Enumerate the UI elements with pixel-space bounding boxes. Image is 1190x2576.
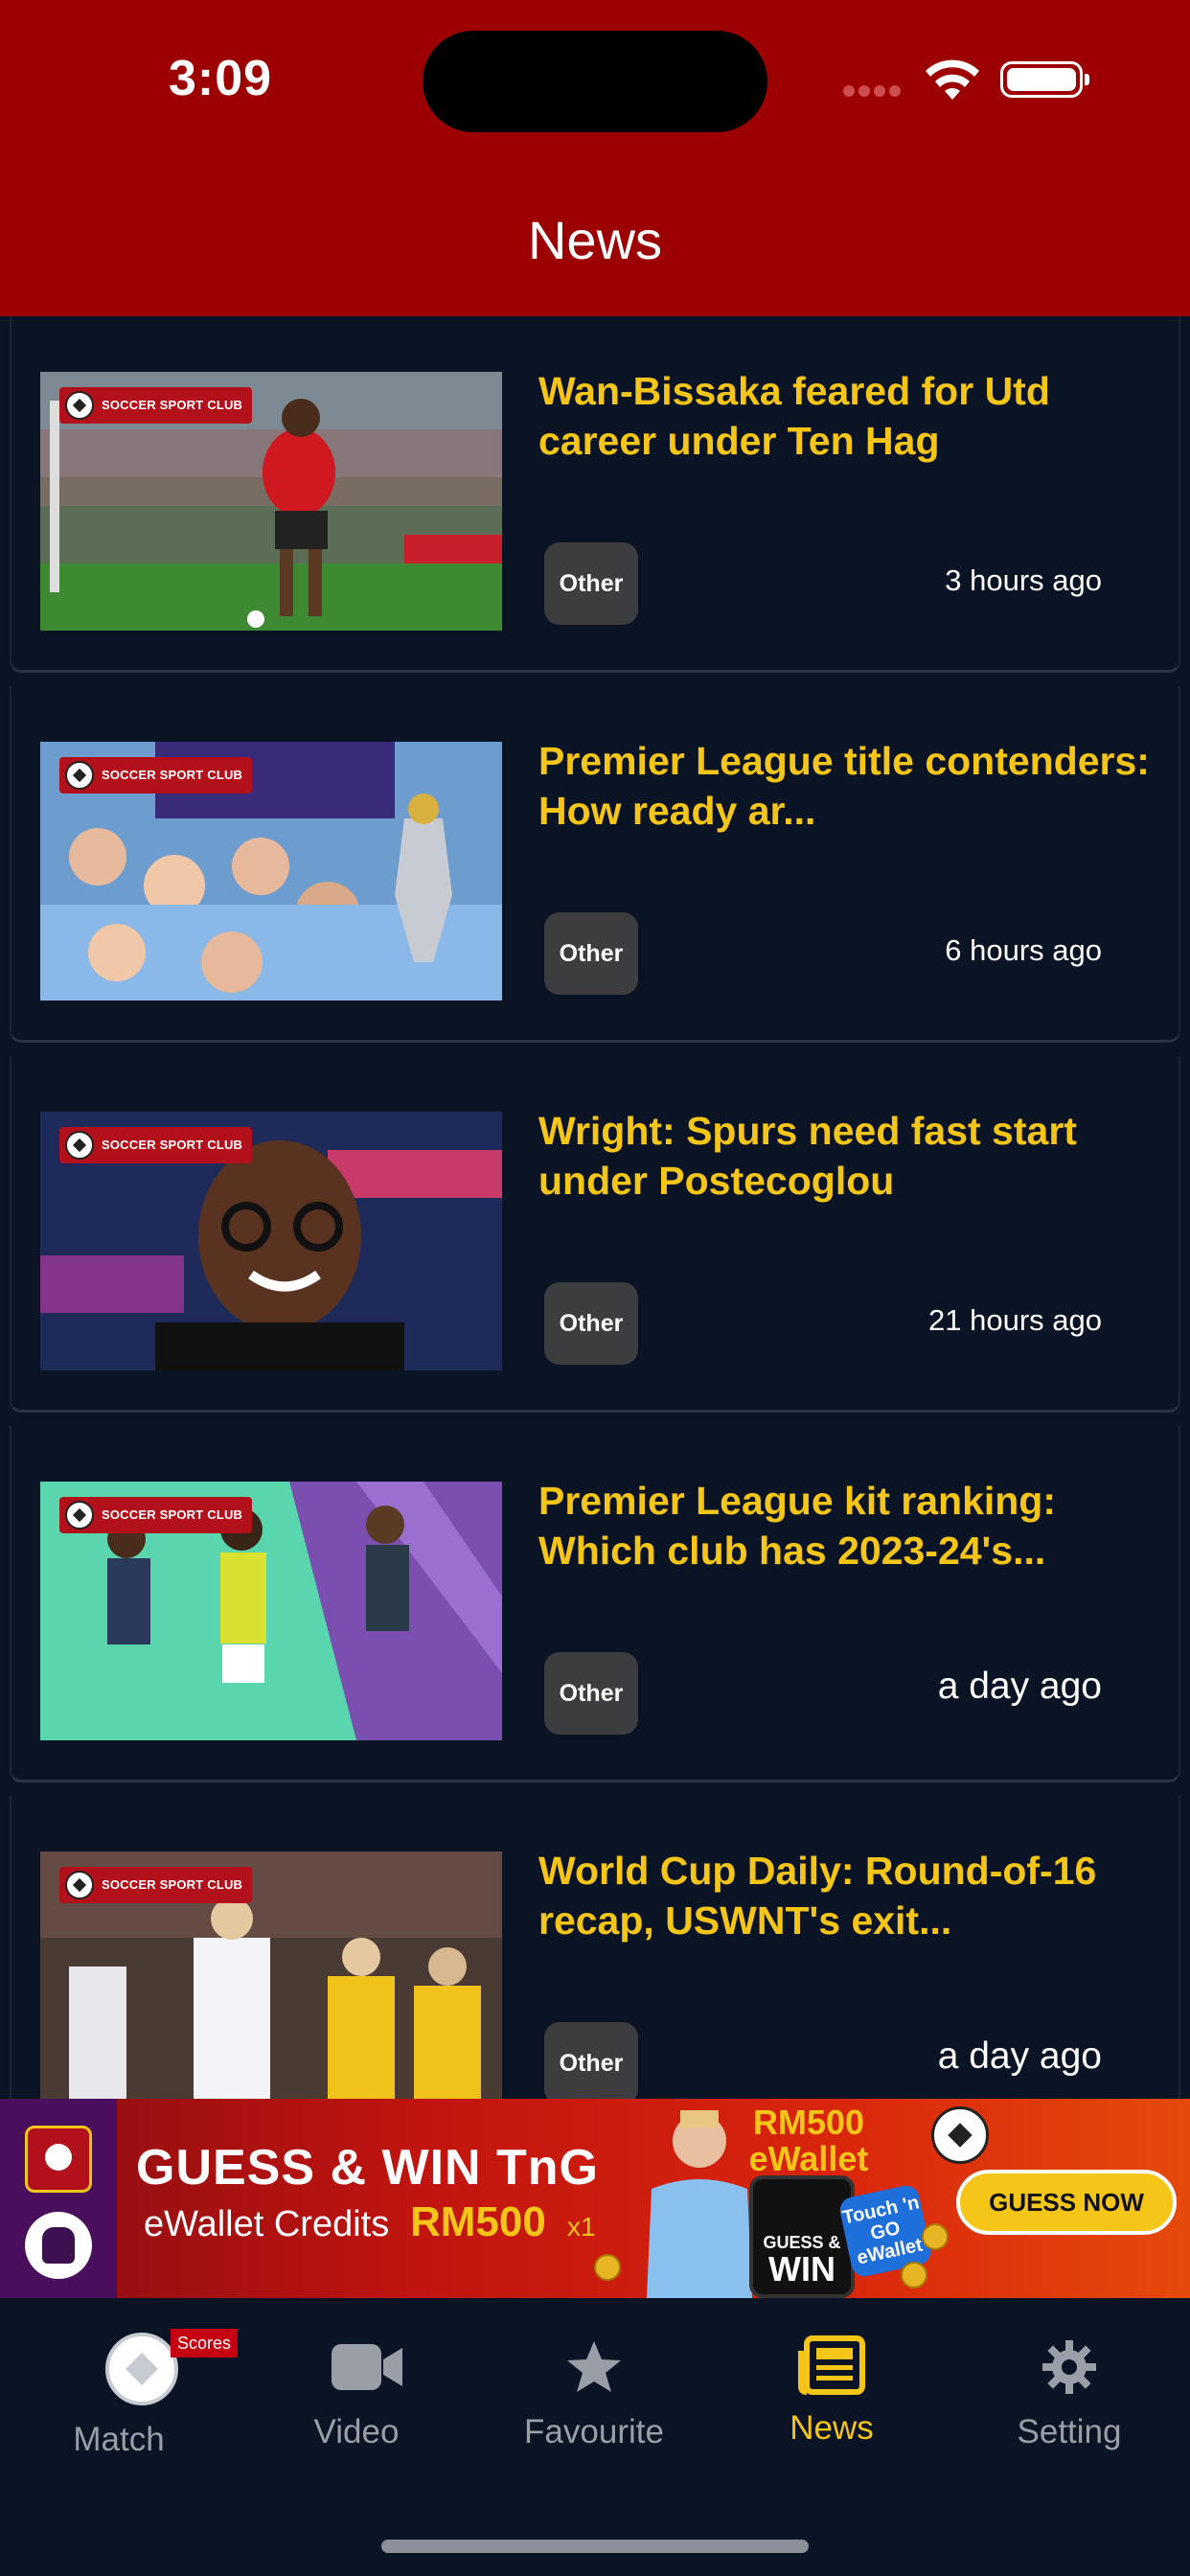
soccer-ball-icon: [65, 1131, 94, 1160]
video-camera-icon: [332, 2344, 402, 2390]
brand-watermark: SOCCER SPORT CLUB: [59, 1127, 253, 1163]
promo-banner[interactable]: GUESS & WIN TnG eWallet Credits RM500 x1…: [0, 2099, 1190, 2298]
scores-badge: Scores: [171, 2329, 238, 2358]
banner-prize: RM500 eWallet: [748, 2103, 869, 2178]
news-time: 3 hours ago: [945, 564, 1102, 597]
tab-label: Video: [313, 2413, 400, 2450]
category-tag[interactable]: Other: [544, 1652, 638, 1735]
banner-subtitle: eWallet Credits: [144, 2204, 390, 2244]
star-icon: [567, 2341, 621, 2392]
news-time: 21 hours ago: [928, 1303, 1102, 1337]
soccer-ball-icon: [105, 2333, 178, 2405]
premier-league-logo: [25, 2212, 92, 2279]
soccer-ball-icon: [65, 391, 94, 420]
coin-icon: [901, 2262, 927, 2288]
news-time: a day ago: [937, 2036, 1102, 2077]
brand-watermark: SOCCER SPORT CLUB: [59, 1867, 253, 1903]
tab-news[interactable]: News: [736, 2335, 927, 2472]
page-title: News: [527, 210, 663, 270]
news-thumbnail: SOCCER SPORT CLUB: [40, 1482, 502, 1740]
banner-multiplier: x1: [567, 2212, 596, 2242]
news-headline[interactable]: Premier League title contenders: How rea…: [538, 736, 1152, 836]
category-tag[interactable]: Other: [544, 912, 638, 995]
newspaper-icon: [798, 2335, 865, 2395]
news-card[interactable]: SOCCER SPORT CLUB Premier League title c…: [10, 686, 1180, 1043]
banner-phone-text: GUESS & WIN: [763, 2233, 841, 2288]
app-header: 3:09 News: [0, 0, 1190, 316]
gear-icon: [1042, 2340, 1096, 2394]
tab-match[interactable]: Match: [23, 2298, 215, 2480]
category-tag[interactable]: Other: [544, 542, 638, 625]
cellular-signal-icon: [843, 84, 904, 98]
tab-label: Match: [73, 2421, 165, 2458]
category-tag[interactable]: Other: [544, 1282, 638, 1365]
news-thumbnail: SOCCER SPORT CLUB: [40, 1852, 502, 2099]
category-tag[interactable]: Other: [544, 2022, 638, 2099]
news-time: 6 hours ago: [945, 933, 1102, 967]
brand-watermark: SOCCER SPORT CLUB: [59, 1497, 253, 1533]
tab-setting[interactable]: Setting: [973, 2338, 1165, 2472]
banner-headline: GUESS & WIN TnG: [136, 2140, 599, 2196]
news-headline[interactable]: Wan-Bissaka feared for Utd career under …: [538, 366, 1152, 466]
coin-icon: [594, 2254, 621, 2281]
news-card[interactable]: SOCCER SPORT CLUB World Cup Daily: Round…: [10, 1796, 1180, 2099]
tab-video[interactable]: Video: [261, 2338, 452, 2472]
news-headline[interactable]: Wright: Spurs need fast start under Post…: [538, 1106, 1152, 1206]
news-thumbnail: SOCCER SPORT CLUB: [40, 372, 502, 631]
news-card[interactable]: SOCCER SPORT CLUB Wright: Spurs need fas…: [10, 1056, 1180, 1413]
tab-label: Favourite: [524, 2413, 664, 2450]
news-headline[interactable]: World Cup Daily: Round-of-16 recap, USWN…: [538, 1846, 1152, 1945]
soccer-ball-icon: [65, 761, 94, 790]
news-headline[interactable]: Premier League kit ranking: Which club h…: [538, 1476, 1152, 1576]
status-time: 3:09: [169, 51, 273, 106]
news-time: a day ago: [937, 1666, 1102, 1707]
soccer-sport-club-logo: [25, 2126, 92, 2193]
news-thumbnail: SOCCER SPORT CLUB: [40, 742, 502, 1000]
guess-now-button[interactable]: GUESS NOW: [956, 2170, 1177, 2235]
dynamic-island: [423, 31, 767, 132]
player-illustration: [647, 2110, 752, 2298]
banner-logo-strip: [0, 2099, 117, 2298]
news-thumbnail: SOCCER SPORT CLUB: [40, 1112, 502, 1370]
soccer-ball-icon: [65, 1871, 94, 1899]
soccer-ball-icon: [65, 1501, 94, 1530]
soccer-ball-icon: [931, 2106, 989, 2164]
wifi-icon: [926, 59, 979, 100]
news-card[interactable]: SOCCER SPORT CLUB Wan-Bissaka feared for…: [10, 316, 1180, 673]
home-indicator[interactable]: [381, 2540, 809, 2553]
brand-watermark: SOCCER SPORT CLUB: [59, 387, 253, 424]
tab-label: News: [790, 2409, 874, 2447]
coin-icon: [922, 2223, 949, 2250]
news-card[interactable]: SOCCER SPORT CLUB Premier League kit ran…: [10, 1426, 1180, 1782]
tab-label: Setting: [1017, 2413, 1122, 2450]
banner-amount: RM500: [410, 2198, 546, 2245]
news-list[interactable]: SOCCER SPORT CLUB Wan-Bissaka feared for…: [0, 316, 1190, 2099]
brand-watermark: SOCCER SPORT CLUB: [59, 757, 253, 794]
tab-favourite[interactable]: Favourite: [498, 2338, 690, 2472]
battery-icon: [1000, 61, 1089, 98]
